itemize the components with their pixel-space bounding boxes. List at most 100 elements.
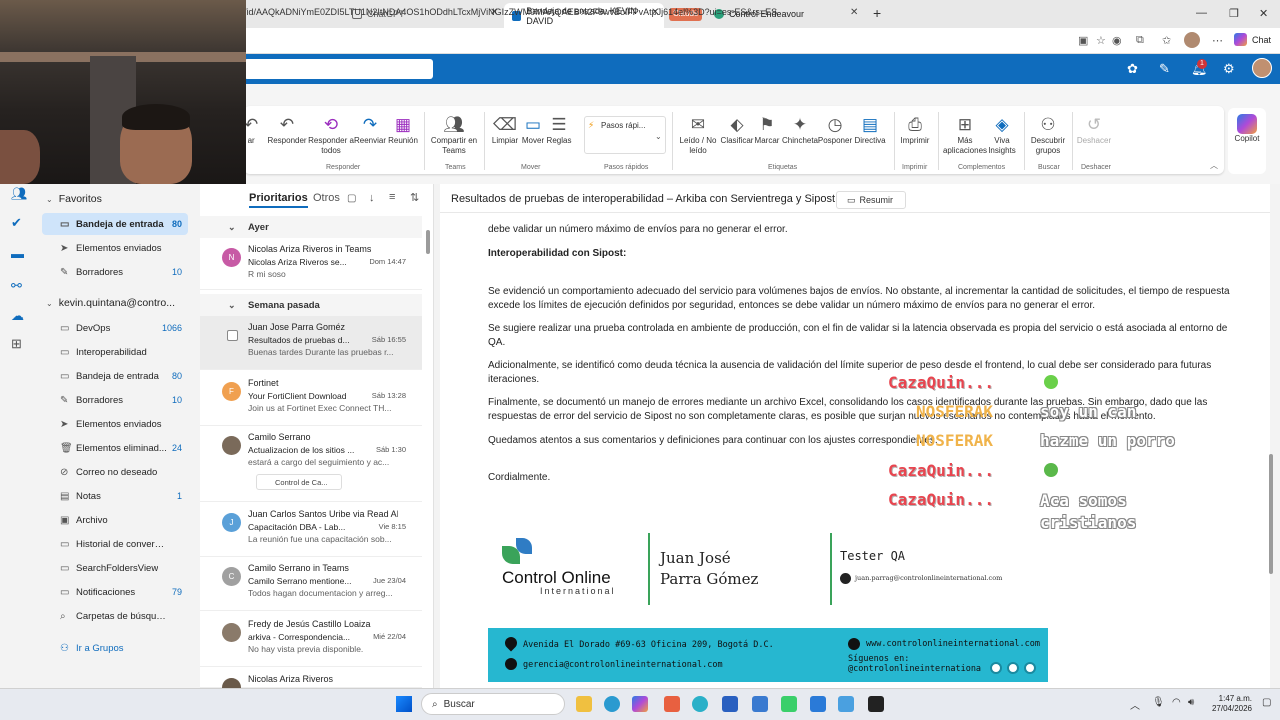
edge-icon[interactable] [604, 696, 620, 712]
onedrive-icon[interactable]: ☁ [11, 308, 24, 324]
instagram-icon[interactable] [1024, 662, 1036, 674]
sort-down-icon[interactable]: ↓ [369, 192, 375, 204]
photos-icon[interactable] [838, 696, 854, 712]
folder-item[interactable]: ▭ DevOps 1066 [42, 317, 188, 339]
folder-item[interactable]: ▭ Notificaciones 79 [42, 581, 188, 603]
policy-button[interactable]: ▤ Directiva [852, 114, 888, 146]
claude-app-icon[interactable] [664, 696, 680, 712]
url-field[interactable]: /id/AAQkADNiYmE0ZDI5LTU1N2ItNDA4OS1hODdh… [244, 7, 777, 17]
gear-icon[interactable]: ⚙ [1223, 61, 1235, 77]
wifi-icon[interactable]: ◠ [1172, 697, 1181, 708]
rules-button[interactable]: ☰ Reglas [545, 114, 573, 146]
read-unread-button[interactable]: ✉ Leído / No leído [676, 114, 720, 156]
profile-avatar[interactable] [1184, 32, 1200, 48]
tab-focused[interactable]: Prioritarios [249, 192, 308, 208]
scrollbar[interactable] [1269, 454, 1273, 574]
copilot-button[interactable]: Copilot [1228, 114, 1266, 144]
scrollbar[interactable] [426, 230, 430, 254]
more-apps-icon[interactable]: ⊞ [11, 336, 22, 352]
close-window-icon[interactable]: ✕ [1259, 7, 1268, 20]
favorites-icon[interactable]: ✩ [1162, 34, 1171, 47]
linkedin-icon[interactable] [990, 662, 1002, 674]
notifications-icon[interactable]: ▢ [1262, 697, 1271, 708]
list-item[interactable]: F Fortinet Your FortiClient Download Sáb 13… [200, 372, 422, 426]
folder-item[interactable]: ✎ Borradores 10 [42, 261, 188, 283]
more-icon[interactable]: ⋯ [1212, 34, 1223, 47]
outlook-app-icon[interactable] [722, 696, 738, 712]
reply-all-button[interactable]: ⟲ Responder a todos [308, 114, 354, 156]
folder-item[interactable]: ➤ Elementos enviados [42, 413, 188, 435]
list-item[interactable]: Fredy de Jesús Castillo Loaiza arkiva - C… [200, 613, 422, 667]
list-item[interactable]: Camilo Serrano Actualizacion de los sitio… [200, 426, 422, 502]
banner-email[interactable]: gerencia@controlonlineinternational.com [523, 660, 723, 670]
minimize-icon[interactable]: — [1196, 7, 1207, 19]
forward-button[interactable]: ↷ Reenviar [354, 114, 386, 146]
favorites-header[interactable]: ⌄ Favoritos [46, 193, 102, 205]
teams-icon[interactable]: ✿ [1127, 61, 1138, 77]
list-item[interactable]: Juan Jose Parra Goméz Resultados de prueb… [200, 316, 422, 370]
terminal-icon[interactable] [868, 696, 884, 712]
people-icon[interactable]: 👥︎ [11, 186, 28, 202]
sort-icon[interactable]: ⇅ [410, 191, 419, 204]
go-to-groups-link[interactable]: Ir a Grupos [76, 643, 124, 654]
compose-note-icon[interactable]: ✎ [1159, 61, 1170, 77]
group-header-last-week[interactable]: ⌄ Semana pasada [200, 294, 422, 316]
folder-item[interactable]: ➤ Elementos enviados [42, 237, 188, 259]
system-clock[interactable]: 1:47 a.m. 27/04/2026 [1206, 694, 1252, 714]
print-button[interactable]: ⎙ Imprimir [898, 114, 932, 146]
close-icon[interactable]: ✕ [850, 7, 858, 18]
filter-icon[interactable]: ≡ [389, 191, 395, 203]
flag-button[interactable]: ⚑ Marcar [752, 114, 782, 146]
reply-partial-button[interactable]: ↶ ar [244, 114, 258, 146]
volume-icon[interactable]: 🔊︎ [1188, 697, 1194, 708]
list-item[interactable]: J Juan Carlos Santos Uribe via Read AI Cap… [200, 503, 422, 557]
tracking-icon[interactable]: ◉ [1112, 34, 1122, 47]
star-icon[interactable]: ☆ [1096, 34, 1106, 47]
attachment-chip[interactable]: Control de Ca... [256, 474, 342, 490]
folder-item[interactable]: 🗑︎ Elementos eliminad... 24 [42, 437, 188, 459]
chevron-up-icon[interactable]: ︿ [1130, 697, 1140, 712]
windows-start-icon[interactable] [396, 696, 412, 712]
signature-email[interactable]: juan.parrag@controlonlineinternational.c… [855, 574, 1002, 582]
collapse-ribbon-icon[interactable]: ︿ [1210, 160, 1218, 171]
folder-item[interactable]: ▭ Interoperabilidad [42, 341, 188, 363]
folder-item[interactable]: ⊘ Correo no deseado [42, 461, 188, 483]
reader-icon[interactable]: ▣ [1078, 34, 1088, 47]
avatar[interactable] [1252, 58, 1272, 78]
org-icon[interactable]: ⚯ [11, 278, 22, 294]
share-teams-button[interactable]: 👥︎ Compartir en Teams [428, 114, 480, 156]
account-header[interactable]: ⌄ kevin.quintana@contro... [46, 297, 175, 309]
folder-item[interactable]: ▤ Notas 1 [42, 485, 188, 507]
summarize-button[interactable]: ▭ Resumir [836, 191, 906, 209]
sweep-button[interactable]: ⌫ Limpiar [488, 114, 522, 146]
move-button[interactable]: ▭ Mover [518, 114, 548, 146]
groups-button[interactable]: ⚇ Descubrir grupos [1028, 114, 1068, 156]
notepad-icon[interactable] [752, 696, 768, 712]
taskbar-search[interactable]: ⌕ Buscar [421, 693, 565, 715]
chat-button[interactable]: Chat [1252, 35, 1271, 45]
banner-web[interactable]: www.controlonlineinternational.com [866, 639, 1040, 649]
todo-check-icon[interactable]: ✔ [11, 215, 22, 231]
edge-dev-icon[interactable] [692, 696, 708, 712]
snooze-button[interactable]: ◷ Posponer [816, 114, 854, 146]
viva-button[interactable]: ◈ Viva Insights [986, 114, 1018, 156]
folder-item[interactable]: ▣ Archivo [42, 509, 188, 531]
meeting-button[interactable]: ▦ Reunión [386, 114, 420, 146]
quick-steps-box[interactable]: Pasos rápi... [584, 116, 666, 154]
folder-item[interactable]: ✎ Borradores 10 [42, 389, 188, 411]
file-explorer-icon[interactable] [576, 696, 592, 712]
categorize-button[interactable]: ⬖ Clasificar [718, 114, 756, 146]
pin-button[interactable]: ✦ Chincheta [780, 114, 820, 146]
folder-item[interactable]: ▭ Bandeja de entrada 80 [42, 213, 188, 235]
maximize-icon[interactable]: ❐ [1229, 7, 1239, 20]
list-item[interactable]: N Nicolas Ariza Riveros in Teams Nicolas A… [200, 238, 422, 290]
extensions-icon[interactable]: ⧉ [1136, 34, 1144, 47]
files-icon[interactable]: ▬ [11, 246, 24, 261]
copilot-app-icon[interactable] [632, 696, 648, 712]
folder-item[interactable]: ▭ Bandeja de entrada 80 [42, 365, 188, 387]
tab-other[interactable]: Otros [313, 192, 340, 204]
reply-button[interactable]: ↶ Responder [267, 114, 306, 146]
checkbox[interactable] [227, 330, 238, 341]
folder-item[interactable]: ▭ SearchFoldersView [42, 557, 188, 579]
folder-item[interactable]: ⌕ Carpetas de búsqueda [42, 605, 188, 627]
